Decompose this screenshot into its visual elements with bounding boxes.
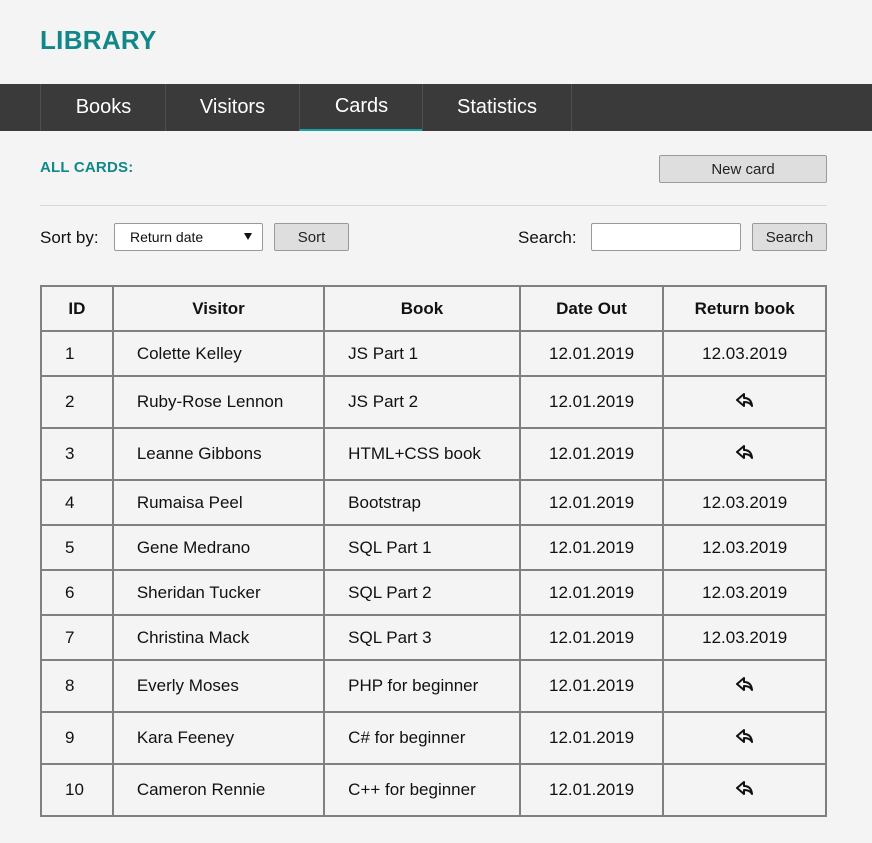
cell-date-out: 12.01.2019	[518, 659, 665, 713]
cell-visitor: Everly Moses	[111, 659, 326, 713]
cell-return-date: 12.03.2019	[662, 569, 827, 616]
return-arrow-icon[interactable]	[735, 444, 754, 465]
search-label: Search:	[518, 228, 577, 247]
table-row: 6 Sheridan Tucker SQL Part 2 12.01.2019 12.0…	[40, 569, 827, 616]
return-arrow-icon[interactable]	[735, 780, 754, 801]
divider	[40, 205, 827, 206]
section-title: ALL CARDS:	[40, 159, 134, 176]
new-card-button[interactable]: New card	[659, 155, 827, 183]
tab-statistics[interactable]: Statistics	[422, 84, 572, 131]
cell-id: 9	[40, 711, 114, 765]
cell-book: SQL Part 2	[323, 569, 521, 616]
cell-id: 3	[40, 427, 114, 481]
table-row: 9 Kara Feeney C# for beginner 12.01.2019	[40, 711, 827, 765]
tab-books[interactable]: Books	[40, 84, 166, 131]
cell-visitor: Christina Mack	[111, 614, 326, 661]
search-button[interactable]: Search	[752, 223, 827, 251]
table-row: 2 Ruby-Rose Lennon JS Part 2 12.01.2019	[40, 375, 827, 429]
sort-select[interactable]: Return date	[114, 223, 263, 251]
cell-return-date: 12.03.2019	[662, 479, 827, 526]
cell-book: HTML+CSS book	[323, 427, 521, 481]
column-header-book: Book	[323, 285, 521, 332]
cell-visitor: Cameron Rennie	[111, 763, 326, 817]
cell-return-action	[662, 711, 827, 765]
cell-visitor: Kara Feeney	[111, 711, 326, 765]
column-header-id: ID	[40, 285, 114, 332]
app-logo[interactable]: LIBRARY	[40, 25, 157, 56]
cell-date-out: 12.01.2019	[518, 479, 665, 526]
cell-date-out: 12.01.2019	[518, 524, 665, 571]
cell-return-action	[662, 659, 827, 713]
cell-book: JS Part 1	[323, 330, 521, 377]
cell-date-out: 12.01.2019	[518, 711, 665, 765]
cell-book: C# for beginner	[323, 711, 521, 765]
cell-visitor: Ruby-Rose Lennon	[111, 375, 326, 429]
cell-date-out: 12.01.2019	[518, 427, 665, 481]
chevron-down-icon	[244, 233, 252, 240]
main-nav: Books Visitors Cards Statistics	[0, 84, 872, 131]
cell-id: 7	[40, 614, 114, 661]
return-arrow-icon[interactable]	[735, 728, 754, 749]
table-row: 5 Gene Medrano SQL Part 1 12.01.2019 12.03.2…	[40, 524, 827, 571]
cell-visitor: Rumaisa Peel	[111, 479, 326, 526]
table-row: 4 Rumaisa Peel Bootstrap 12.01.2019 12.03.20…	[40, 479, 827, 526]
cell-visitor: Sheridan Tucker	[111, 569, 326, 616]
cell-visitor: Leanne Gibbons	[111, 427, 326, 481]
cell-book: SQL Part 1	[323, 524, 521, 571]
return-arrow-icon[interactable]	[735, 392, 754, 413]
cell-book: JS Part 2	[323, 375, 521, 429]
cell-visitor: Gene Medrano	[111, 524, 326, 571]
column-header-visitor: Visitor	[111, 285, 326, 332]
cell-date-out: 12.01.2019	[518, 763, 665, 817]
cell-date-out: 12.01.2019	[518, 330, 665, 377]
table-row: 8 Everly Moses PHP for beginner 12.01.2019	[40, 659, 827, 713]
cell-id: 4	[40, 479, 114, 526]
cell-book: SQL Part 3	[323, 614, 521, 661]
table-row: 1 Colette Kelley JS Part 1 12.01.2019 12.03.…	[40, 330, 827, 377]
cell-id: 1	[40, 330, 114, 377]
cell-book: Bootstrap	[323, 479, 521, 526]
cell-id: 5	[40, 524, 114, 571]
return-arrow-icon[interactable]	[735, 676, 754, 697]
table-row: 10 Cameron Rennie C++ for beginner 12.01.20…	[40, 763, 827, 817]
cell-id: 6	[40, 569, 114, 616]
cell-id: 8	[40, 659, 114, 713]
cell-id: 2	[40, 375, 114, 429]
cell-id: 10	[40, 763, 114, 817]
sort-button[interactable]: Sort	[274, 223, 349, 251]
cell-return-action	[662, 427, 827, 481]
cell-return-date: 12.03.2019	[662, 524, 827, 571]
table-row: 7 Christina Mack SQL Part 3 12.01.2019 12.03…	[40, 614, 827, 661]
tab-visitors[interactable]: Visitors	[165, 84, 299, 131]
cell-visitor: Colette Kelley	[111, 330, 326, 377]
search-input[interactable]	[591, 223, 741, 251]
cell-return-date: 12.03.2019	[662, 330, 827, 377]
cell-date-out: 12.01.2019	[518, 569, 665, 616]
column-header-return-book: Return book	[662, 285, 827, 332]
cell-return-action	[662, 375, 827, 429]
sort-label: Sort by:	[40, 228, 99, 247]
cards-table: ID Visitor Book Date Out Return book 1 Co…	[40, 285, 827, 817]
cell-return-action	[662, 763, 827, 817]
table-header-row: ID Visitor Book Date Out Return book	[40, 285, 827, 332]
cell-date-out: 12.01.2019	[518, 614, 665, 661]
tab-cards[interactable]: Cards	[299, 84, 423, 131]
cell-book: PHP for beginner	[323, 659, 521, 713]
cell-date-out: 12.01.2019	[518, 375, 665, 429]
column-header-date-out: Date Out	[518, 285, 665, 332]
sort-selected-value: Return date	[130, 229, 204, 245]
table-row: 3 Leanne Gibbons HTML+CSS book 12.01.2019	[40, 427, 827, 481]
cell-return-date: 12.03.2019	[662, 614, 827, 661]
cell-book: C++ for beginner	[323, 763, 521, 817]
